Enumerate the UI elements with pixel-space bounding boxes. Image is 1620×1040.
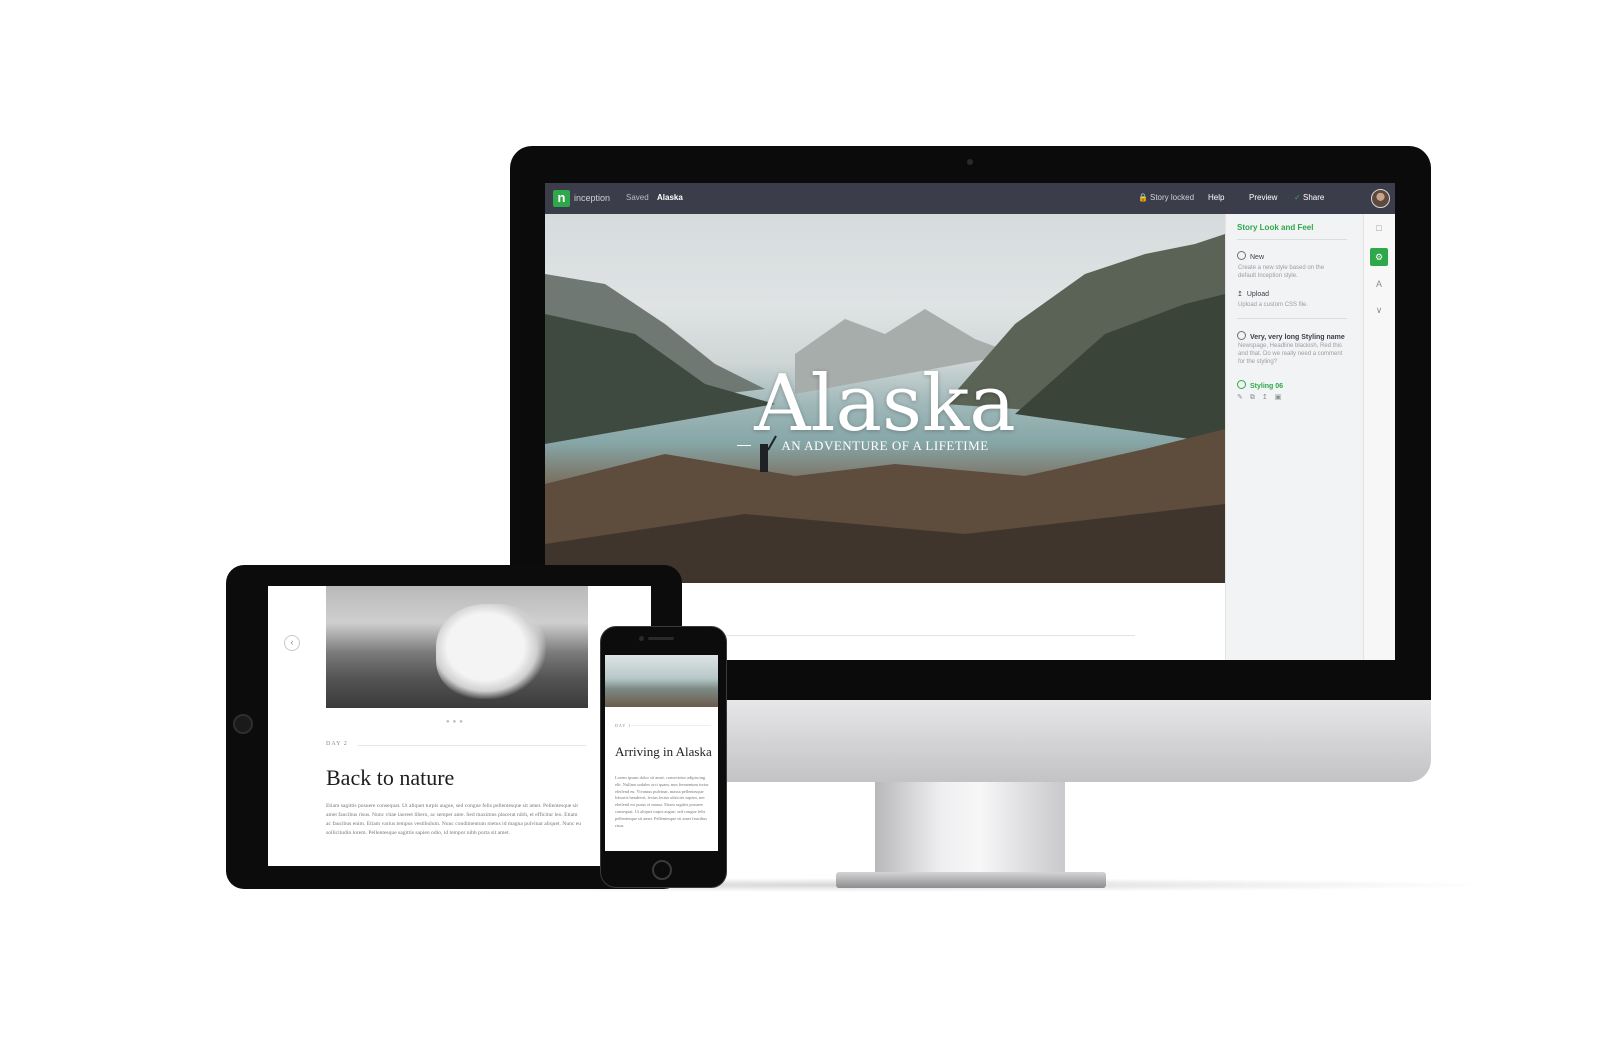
styling-option-2[interactable]: Styling 06 (1237, 380, 1283, 390)
phone-day-divider (631, 725, 711, 726)
styling-description: Newspage, Headline blackish, Red this an… (1238, 343, 1343, 365)
phone-camera-icon (639, 636, 644, 641)
radio-selected-icon (1237, 380, 1246, 389)
phone-screen: DAY 1 Arriving in Alaska Lorem ipsum dol… (605, 655, 718, 851)
check-icon: ✓ (1294, 193, 1301, 202)
share-button[interactable]: Share (1303, 193, 1324, 202)
new-style-description: Create a new style based on the default … (1238, 265, 1325, 279)
brand-name: inception (574, 193, 611, 203)
hero-title[interactable]: Alaska (545, 359, 1225, 449)
attachment-icon[interactable]: ∨ (1374, 305, 1384, 315)
phone-chapter-title: Arriving in Alaska (615, 744, 712, 759)
styling-name: Very, very long Styling name (1250, 334, 1345, 341)
story-name[interactable]: Alaska (657, 193, 683, 202)
upload-description: Upload a custom CSS file. (1238, 302, 1309, 308)
styling-actions: ✎⧉↥▣ (1237, 393, 1288, 402)
page-icon[interactable]: □ (1374, 223, 1384, 233)
font-icon[interactable]: A (1374, 279, 1384, 289)
user-avatar[interactable] (1371, 189, 1390, 208)
hero-image: Alaska AN ADVENTURE OF A LIFETIME (545, 214, 1225, 583)
husky-photo (326, 586, 588, 708)
panel-divider (1237, 318, 1347, 319)
trash-icon[interactable]: ▣ (1275, 394, 1289, 401)
save-status: Saved (626, 193, 649, 202)
panel-divider (1237, 239, 1347, 240)
panel-heading: Story Look and Feel (1237, 223, 1314, 232)
hero-subtitle[interactable]: AN ADVENTURE OF A LIFETIME (545, 438, 1225, 454)
upload-label: Upload (1246, 291, 1270, 298)
style-icon[interactable]: ⚙ (1370, 248, 1388, 266)
previous-arrow-icon[interactable]: ‹ (284, 635, 300, 651)
styling-name: Styling 06 (1250, 383, 1284, 390)
imac-stand (875, 782, 1065, 874)
phone-day-label: DAY 1 (615, 723, 632, 728)
husky-figure (436, 604, 546, 699)
day-divider (358, 745, 586, 746)
camera-icon (967, 159, 973, 165)
phone-home-button[interactable] (652, 860, 672, 880)
home-button[interactable] (233, 714, 253, 734)
look-and-feel-panel: Story Look and Feel New Create a new sty… (1225, 214, 1364, 660)
phone-speaker (648, 637, 674, 640)
plus-circle-icon (1237, 251, 1246, 260)
help-link[interactable]: Help (1208, 193, 1224, 202)
chapter-body: Etiam sagittis posuere consequat. Ut ali… (326, 803, 582, 836)
chapter-title: Back to nature (326, 765, 455, 790)
radio-icon (1237, 331, 1246, 340)
tool-rail: □ ⚙ A ∨ (1363, 214, 1395, 660)
new-style-label: New (1250, 254, 1265, 261)
tablet-screen: ‹ ●●● DAY 2 Back to nature Etiam sagitti… (268, 586, 651, 866)
story-locked-status: Story locked (1150, 193, 1195, 202)
new-style-button[interactable]: New (1237, 251, 1264, 261)
duplicate-icon[interactable]: ⧉ (1250, 394, 1262, 401)
edit-icon[interactable]: ✎ (1237, 394, 1250, 401)
logo-icon[interactable]: n (553, 190, 570, 207)
day-label: DAY 2 (326, 741, 348, 747)
styling-option-1[interactable]: Very, very long Styling name (1237, 331, 1345, 341)
lock-icon: 🔒 (1138, 193, 1148, 202)
phone-chapter-body: Lorem ipsum dolor sit amet, consectetur … (615, 775, 709, 828)
carousel-dots[interactable]: ●●● (446, 719, 466, 725)
preview-button[interactable]: Preview (1249, 193, 1277, 202)
upload-icon: ↥ (1237, 291, 1243, 298)
upload-icon[interactable]: ↥ (1262, 394, 1275, 401)
imac-foot (836, 872, 1106, 888)
app-topbar: n inception Saved Alaska 🔒 Story locked … (545, 183, 1395, 214)
upload-style-button[interactable]: ↥ Upload (1237, 290, 1269, 298)
phone-hero-image (605, 655, 718, 707)
